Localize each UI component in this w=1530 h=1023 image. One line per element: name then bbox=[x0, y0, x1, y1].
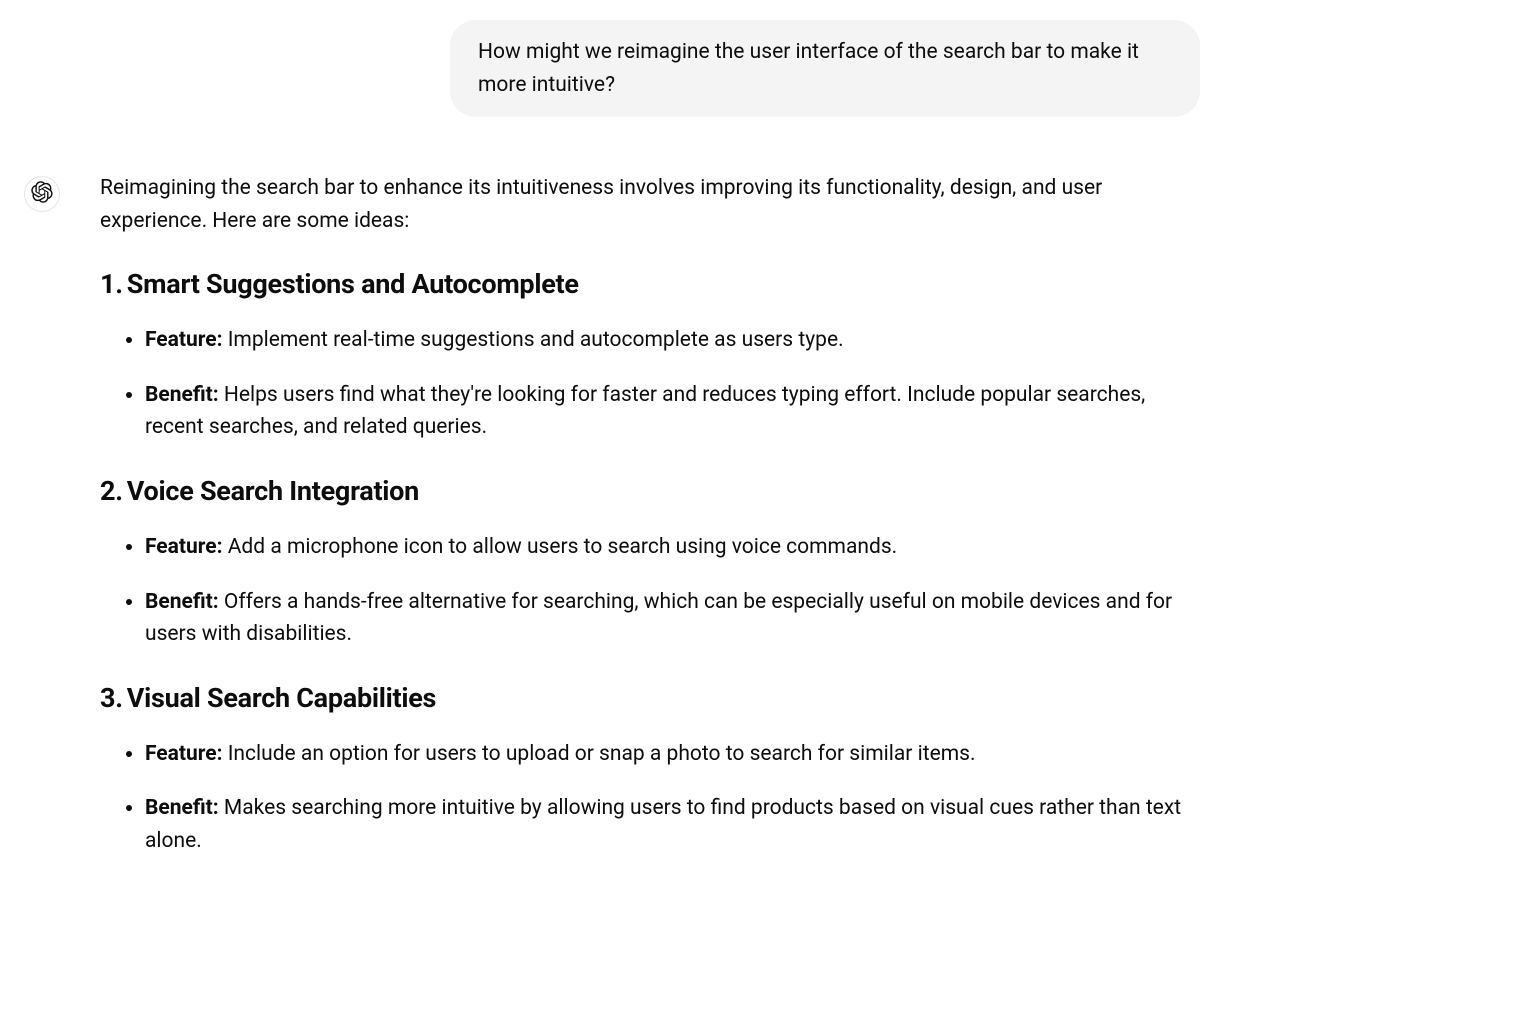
list-item: Benefit: Helps users find what they're l… bbox=[145, 379, 1200, 444]
list-item: Benefit: Makes searching more intuitive … bbox=[145, 792, 1200, 857]
feature-text: Include an option for users to upload or… bbox=[223, 742, 976, 766]
user-message-row: How might we reimagine the user interfac… bbox=[100, 20, 1200, 117]
section-title: Smart Suggestions and Autocomplete bbox=[127, 268, 579, 300]
feature-label: Feature: bbox=[145, 742, 223, 766]
benefit-label: Benefit: bbox=[145, 590, 219, 614]
section-2-list: Feature: Add a microphone icon to allow … bbox=[100, 531, 1200, 651]
benefit-text: Helps users find what they're looking fo… bbox=[145, 383, 1145, 440]
section-number: 2. bbox=[100, 475, 123, 507]
assistant-intro-text: Reimagining the search bar to enhance it… bbox=[100, 172, 1200, 237]
conversation-container: How might we reimagine the user interfac… bbox=[100, 20, 1200, 867]
list-item: Feature: Add a microphone icon to allow … bbox=[145, 531, 1200, 564]
benefit-text: Offers a hands-free alternative for sear… bbox=[145, 590, 1172, 647]
feature-label: Feature: bbox=[145, 535, 223, 559]
assistant-avatar bbox=[24, 176, 60, 212]
section-1-list: Feature: Implement real-time suggestions… bbox=[100, 324, 1200, 444]
feature-text: Add a microphone icon to allow users to … bbox=[223, 535, 898, 559]
assistant-message-content: Reimagining the search bar to enhance it… bbox=[100, 172, 1200, 867]
feature-label: Feature: bbox=[145, 328, 223, 352]
section-heading-2: 2.Voice Search Integration bbox=[100, 474, 1200, 509]
assistant-message-row: Reimagining the search bar to enhance it… bbox=[100, 172, 1200, 867]
section-heading-1: 1.Smart Suggestions and Autocomplete bbox=[100, 267, 1200, 302]
section-title: Visual Search Capabilities bbox=[127, 682, 436, 714]
list-item: Feature: Implement real-time suggestions… bbox=[145, 324, 1200, 357]
section-number: 1. bbox=[100, 268, 123, 300]
section-number: 3. bbox=[100, 682, 123, 714]
benefit-label: Benefit: bbox=[145, 383, 219, 407]
benefit-label: Benefit: bbox=[145, 796, 219, 820]
user-message-bubble: How might we reimagine the user interfac… bbox=[450, 20, 1200, 117]
openai-logo-icon bbox=[31, 181, 53, 207]
section-3-list: Feature: Include an option for users to … bbox=[100, 738, 1200, 858]
section-heading-3: 3.Visual Search Capabilities bbox=[100, 681, 1200, 716]
feature-text: Implement real-time suggestions and auto… bbox=[223, 328, 844, 352]
user-message-text: How might we reimagine the user interfac… bbox=[478, 40, 1139, 97]
list-item: Benefit: Offers a hands-free alternative… bbox=[145, 586, 1200, 651]
section-title: Voice Search Integration bbox=[127, 475, 419, 507]
list-item: Feature: Include an option for users to … bbox=[145, 738, 1200, 771]
benefit-text: Makes searching more intuitive by allowi… bbox=[145, 796, 1181, 853]
